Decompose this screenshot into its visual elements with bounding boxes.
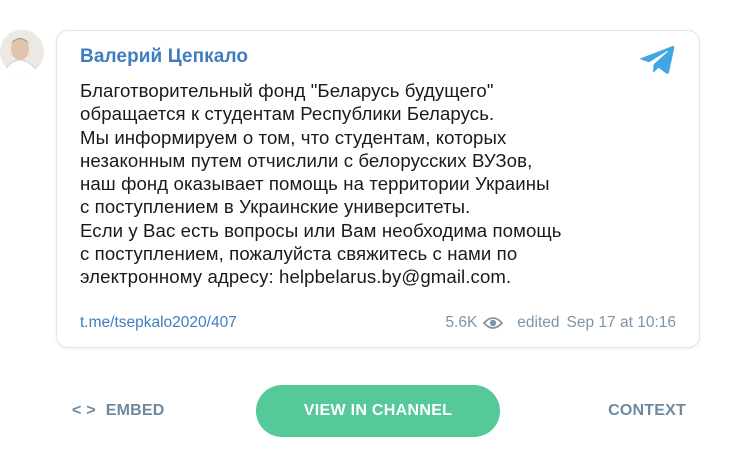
- message-line: электронному адресу: helpbelarus.by@gmai…: [80, 266, 512, 288]
- message-line: Мы информируем о том, что студентам, кот…: [80, 126, 507, 148]
- view-in-channel-button[interactable]: VIEW IN CHANNEL: [256, 385, 500, 437]
- message-line: Если у Вас есть вопросы или Вам необходи…: [80, 219, 562, 241]
- view-in-channel-label: VIEW IN CHANNEL: [303, 402, 453, 419]
- message-line: наш фонд оказывает помощь на территории …: [80, 173, 550, 195]
- post-link[interactable]: t.me/tsepkalo2020/407: [80, 314, 237, 332]
- message-line: обращается к студентам Республики Белару…: [80, 103, 495, 125]
- view-count: 5.6K: [445, 314, 478, 331]
- post-message: Благотворительный фонд "Беларусь будущег…: [80, 79, 690, 289]
- embed-label: EMBED: [105, 402, 165, 419]
- code-icon: < >: [72, 402, 96, 419]
- post-date[interactable]: Sep 17 at 10:16: [567, 314, 676, 332]
- author-avatar[interactable]: [0, 30, 44, 74]
- action-bar: < > EMBED VIEW IN CHANNEL CONTEXT: [0, 385, 730, 437]
- telegram-icon[interactable]: [639, 45, 675, 75]
- message-line: с поступлением в Украинские университеты…: [80, 196, 471, 218]
- embed-button[interactable]: < > EMBED: [72, 402, 165, 420]
- message-line: незаконным путем отчислили с белорусских…: [80, 149, 533, 171]
- eye-icon: [483, 317, 504, 329]
- post-footer: t.me/tsepkalo2020/407 5.6K edited Sep 17…: [80, 314, 676, 334]
- post-card: Валерий Цепкало Благотворительный фонд "…: [56, 30, 700, 348]
- avatar-photo-icon: [0, 30, 44, 74]
- post-meta: 5.6K edited Sep 17 at 10:16: [445, 314, 676, 332]
- message-line: с поступлением, пожалуйста свяжитесь с н…: [80, 243, 518, 265]
- author-name[interactable]: Валерий Цепкало: [80, 46, 248, 68]
- context-button[interactable]: CONTEXT: [608, 402, 686, 420]
- telegram-post-widget: Валерий Цепкало Благотворительный фонд "…: [0, 0, 730, 450]
- edited-label: edited: [517, 314, 560, 331]
- message-line: Благотворительный фонд "Беларусь будущег…: [80, 80, 494, 101]
